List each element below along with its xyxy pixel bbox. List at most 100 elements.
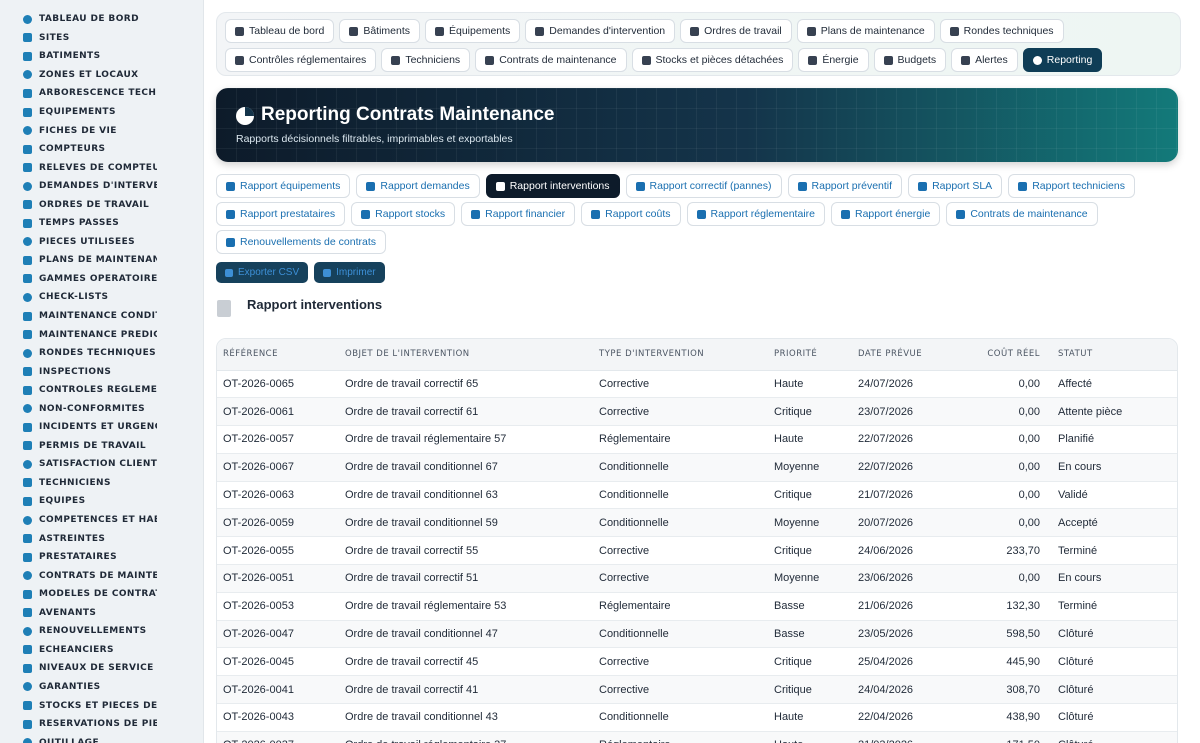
sidebar-item-garanties[interactable]: GARANTIES — [0, 678, 203, 697]
report-tab-label: Rapport SLA — [932, 180, 993, 192]
nav-tab-tableau-de-bord[interactable]: Tableau de bord — [225, 19, 335, 43]
sidebar-item-sites[interactable]: SITES — [0, 29, 203, 48]
column-header-cout-reel[interactable]: COÛT RÉEL — [952, 339, 1052, 371]
sidebar-item-controles-reglement[interactable]: CONTRÔLES RÉGLEMENT — [0, 381, 203, 400]
page-title: Reporting Contrats Maintenance — [261, 104, 555, 125]
sidebar-item-temps-passes[interactable]: TEMPS PASSÉS — [0, 214, 203, 233]
nav-tab-controles-reglementaires[interactable]: Contrôles réglementaires — [225, 48, 377, 72]
sidebar-item-reservations-de-piece[interactable]: RÉSERVATIONS DE PIÈCE — [0, 715, 203, 734]
nav-tab-stocks-et-pieces-detachees[interactable]: Stocks et pièces détachées — [631, 48, 794, 72]
sidebar-item-gammes-operatoires[interactable]: GAMMES OPÉRATOIRES — [0, 270, 203, 289]
column-header-priorite[interactable]: PRIORITÉ — [768, 339, 852, 371]
report-tab-contrats-de-maintenance[interactable]: Contrats de maintenance — [946, 202, 1098, 226]
sidebar-item-avenants[interactable]: AVENANTS — [0, 604, 203, 623]
sidebar-item-non-conformites[interactable]: NON-CONFORMITÉS — [0, 399, 203, 418]
sidebar-item-batiments[interactable]: BÂTIMENTS — [0, 47, 203, 66]
nav-tab-reporting[interactable]: Reporting — [1022, 48, 1103, 72]
sidebar-item-ordres-de-travail[interactable]: ORDRES DE TRAVAIL — [0, 195, 203, 214]
sidebar-item-zones-et-locaux[interactable]: ZONES ET LOCAUX — [0, 66, 203, 85]
sidebar-item-techniciens[interactable]: TECHNICIENS — [0, 474, 203, 493]
sidebar-item-equipements[interactable]: ÉQUIPEMENTS — [0, 103, 203, 122]
sidebar-item-inspections[interactable]: INSPECTIONS — [0, 362, 203, 381]
sidebar-item-contrats-de-maintena[interactable]: CONTRATS DE MAINTENA — [0, 566, 203, 585]
sidebar-item-check-lists[interactable]: CHECK-LISTS — [0, 288, 203, 307]
table-row[interactable]: OT-2026-0045 Ordre de travail correctif 4… — [217, 648, 1177, 676]
sidebar-item-permis-de-travail[interactable]: PERMIS DE TRAVAIL — [0, 437, 203, 456]
table-row[interactable]: OT-2026-0041 Ordre de travail correctif 4… — [217, 675, 1177, 704]
table-row[interactable]: OT-2026-0057 Ordre de travail réglementai… — [217, 426, 1177, 454]
report-tab-rapport-preventif[interactable]: Rapport préventif — [787, 174, 903, 198]
table-row[interactable]: OT-2026-0037Ordre de travail réglementai… — [217, 731, 1177, 743]
nav-tab-contrats-de-maintenance[interactable]: Contrats de maintenance — [475, 48, 627, 72]
column-header-objet-de-l-intervention[interactable]: OBJET DE L'INTERVENTION — [339, 339, 593, 371]
sidebar-item-maintenance-conditio[interactable]: MAINTENANCE CONDITIO — [0, 307, 203, 326]
sidebar-item-competences-et-habil[interactable]: COMPÉTENCES ET HABIL — [0, 511, 203, 530]
sidebar-item-label: TABLEAU DE BORD — [39, 14, 139, 25]
nav-tab-batiments[interactable]: Bâtiments — [339, 19, 420, 43]
sidebar-item-echeanciers[interactable]: ÉCHÉANCIERS — [0, 641, 203, 660]
report-tab-rapport-prestataires[interactable]: Rapport prestataires — [216, 202, 346, 226]
report-tab-rapport-couts[interactable]: Rapport coûts — [581, 202, 681, 226]
sidebar-item-maintenance-predicti[interactable]: MAINTENANCE PRÉDICTI — [0, 325, 203, 344]
sidebar-item-releves-de-compteurs[interactable]: RELEVÉS DE COMPTEURS — [0, 158, 203, 177]
report-tab-rapport-sla[interactable]: Rapport SLA — [908, 174, 1003, 198]
nav-tab-equipements[interactable]: Équipements — [425, 19, 521, 43]
sidebar-item-plans-de-maintenance[interactable]: PLANS DE MAINTENANCE — [0, 251, 203, 270]
report-tab-rapport-reglementaire[interactable]: Rapport réglementaire — [686, 202, 825, 226]
table-row[interactable]: OT-2026-0053 Ordre de travail réglementai… — [217, 592, 1177, 621]
nav-tab-ordres-de-travail[interactable]: Ordres de travail — [680, 19, 792, 43]
report-tab-rapport-equipements[interactable]: Rapport équipements — [216, 174, 351, 198]
report-tab-rapport-energie[interactable]: Rapport énergie — [831, 202, 941, 226]
table-row[interactable]: OT-2026-0065 Ordre de travail correctif 6… — [217, 370, 1177, 398]
sidebar-item-outillage[interactable]: OUTILLAGE — [0, 733, 203, 743]
sidebar-item-incidents-et-urgences[interactable]: INCIDENTS ET URGENCES — [0, 418, 203, 437]
report-tab-rapport-demandes[interactable]: Rapport demandes — [356, 174, 480, 198]
report-tab-rapport-correctif-pannes[interactable]: Rapport correctif (pannes) — [625, 174, 782, 198]
table-row[interactable]: OT-2026-0059 Ordre de travail conditionne… — [217, 508, 1177, 537]
report-tab-renouvellements-de-contrats[interactable]: Renouvellements de contrats — [216, 230, 386, 254]
clipboard-list-icon — [23, 385, 32, 395]
sidebar-item-rondes-techniques[interactable]: RONDES TECHNIQUES — [0, 344, 203, 363]
sidebar-item-compteurs[interactable]: COMPTEURS — [0, 140, 203, 159]
table-row[interactable]: OT-2026-0063 Ordre de travail conditionne… — [217, 481, 1177, 509]
export-csv-button[interactable]: Exporter CSV — [216, 262, 309, 283]
table-row[interactable]: OT-2026-0067 Ordre de travail conditionne… — [217, 453, 1177, 482]
nav-tab-budgets[interactable]: Budgets — [873, 48, 947, 72]
sidebar-item-pieces-utilisees[interactable]: PIÈCES UTILISÉES — [0, 233, 203, 252]
clipboard-list-icon — [235, 55, 244, 65]
table-row[interactable]: OT-2026-0043 Ordre de travail conditionne… — [217, 704, 1177, 732]
sidebar-item-equipes[interactable]: ÉQUIPES — [0, 492, 203, 511]
nav-tab-techniciens[interactable]: Techniciens — [381, 48, 471, 72]
print-button[interactable]: Imprimer — [314, 262, 385, 283]
sidebar-item-niveaux-de-service-sl[interactable]: NIVEAUX DE SERVICE (SL — [0, 659, 203, 678]
sidebar-item-renouvellements[interactable]: RENOUVELLEMENTS — [0, 622, 203, 641]
table-row[interactable]: OT-2026-0047 Ordre de travail conditionne… — [217, 620, 1177, 648]
nav-tab-alertes[interactable]: Alertes — [951, 48, 1018, 72]
report-tab-rapport-stocks[interactable]: Rapport stocks — [351, 202, 456, 226]
sidebar-item-astreintes[interactable]: ASTREINTES — [0, 529, 203, 548]
table-row[interactable]: OT-2026-0051 Ordre de travail correctif 5… — [217, 564, 1177, 593]
nav-tab-rondes-techniques[interactable]: Rondes techniques — [939, 19, 1064, 43]
report-tab-rapport-interventions[interactable]: Rapport interventions — [485, 174, 620, 198]
column-header-type-d-intervention[interactable]: TYPE D'INTERVENTION — [593, 339, 768, 371]
column-header-date-prevue[interactable]: DATE PRÉVUE — [852, 339, 952, 371]
sidebar-item-fiches-de-vie[interactable]: FICHES DE VIE — [0, 121, 203, 140]
sidebar-item-demandes-d-intervent[interactable]: DEMANDES D'INTERVENT — [0, 177, 203, 196]
nav-tab-demandes-d-intervention[interactable]: Demandes d'intervention — [525, 19, 676, 43]
table-cell-objet-de-l-intervention: Ordre de travail conditionnel 47 — [345, 628, 498, 641]
table-row[interactable]: OT-2026-0061 Ordre de travail correctif 6… — [217, 397, 1177, 426]
report-tab-rapport-techniciens[interactable]: Rapport techniciens — [1008, 174, 1135, 198]
report-tab-rapport-financier[interactable]: Rapport financier — [461, 202, 576, 226]
column-header-reference[interactable]: RÉFÉRENCE — [217, 339, 339, 371]
sidebar-item-modeles-de-contrats[interactable]: MODÈLES DE CONTRATS — [0, 585, 203, 604]
sidebar-item-label: FICHES DE VIE — [39, 125, 117, 136]
nav-tab-plans-de-maintenance[interactable]: Plans de maintenance — [796, 19, 935, 43]
sidebar-item-tableau-de-bord[interactable]: TABLEAU DE BORD — [0, 10, 203, 29]
sidebar-item-stocks-et-pieces-deta[interactable]: STOCKS ET PIÈCES DÉTA — [0, 696, 203, 715]
nav-tab-energie[interactable]: Énergie — [798, 48, 869, 72]
sidebar-item-prestataires[interactable]: PRESTATAIRES — [0, 548, 203, 567]
column-header-statut[interactable]: STATUT — [1052, 339, 1177, 371]
sidebar-item-satisfaction-client[interactable]: SATISFACTION CLIENT — [0, 455, 203, 474]
sidebar-item-arborescence-techni[interactable]: ARBORESCENCE TECHNI — [0, 84, 203, 103]
table-row[interactable]: OT-2026-0055 Ordre de travail correctif 5… — [217, 537, 1177, 565]
